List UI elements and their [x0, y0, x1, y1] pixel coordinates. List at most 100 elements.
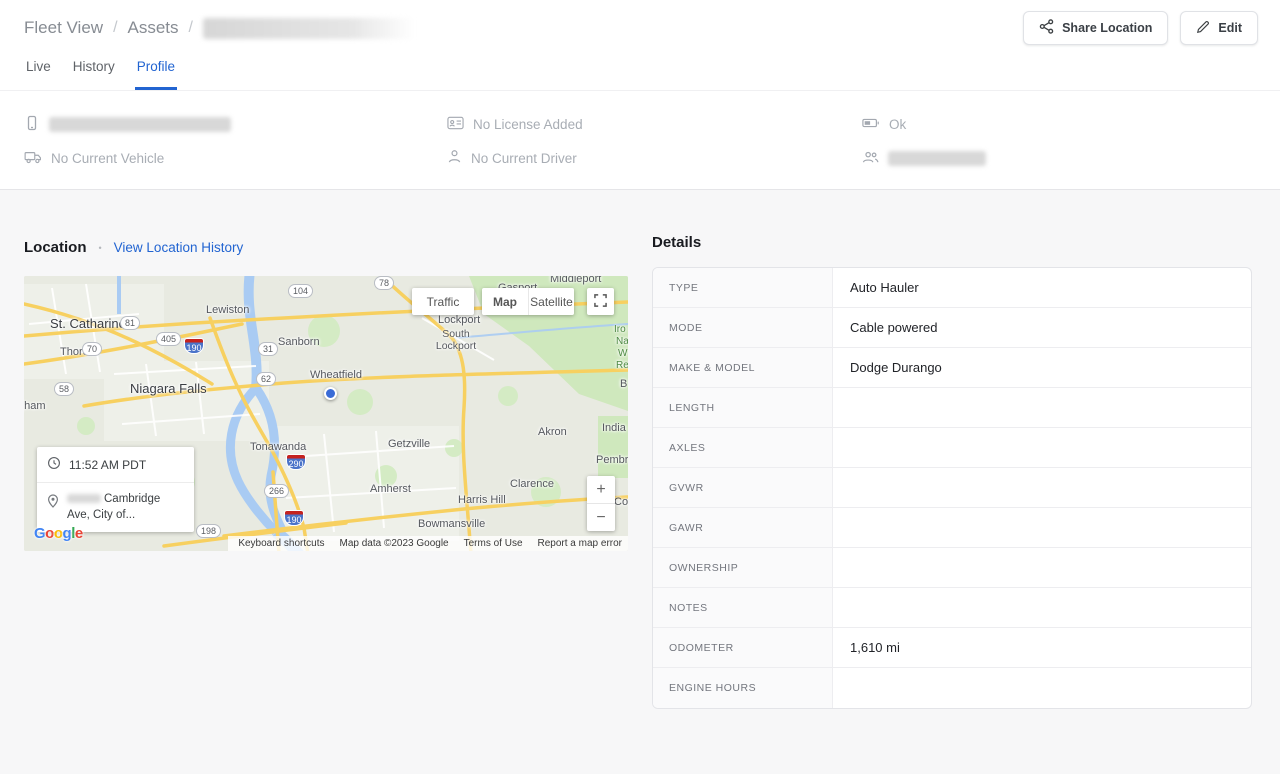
driver-summary: No Current Driver — [447, 149, 862, 167]
details-heading: Details — [652, 234, 1252, 251]
edit-label: Edit — [1218, 21, 1242, 35]
row-label: GAWR — [653, 508, 833, 547]
tab-bar: Live History Profile — [0, 52, 1280, 91]
traffic-button[interactable]: Traffic — [412, 288, 474, 315]
breadcrumb-fleet-view[interactable]: Fleet View — [24, 18, 103, 38]
interstate-shield: 190 — [284, 510, 304, 526]
route-shield: 81 — [120, 316, 140, 330]
route-shield: 31 — [258, 342, 278, 356]
row-label: GVWR — [653, 468, 833, 507]
row-value: Cable powered — [833, 308, 1251, 347]
table-row: OWNERSHIP — [653, 548, 1251, 588]
map-canvas[interactable]: St. Catharines Thorold gham Niagara Fall… — [24, 276, 628, 551]
row-label: ENGINE HOURS — [653, 668, 833, 708]
address-text: Cambridge Ave, City of... — [67, 492, 160, 523]
location-info-card: 11:52 AM PDT Cambridge Ave, City of... — [37, 447, 194, 532]
route-shield: 405 — [156, 332, 181, 346]
group-name-redacted — [888, 151, 986, 166]
page-header: Fleet View / Assets / Share Location Edi… — [0, 0, 1280, 190]
top-bar: Fleet View / Assets / Share Location Edi… — [0, 0, 1280, 45]
details-section: Details TYPEAuto Hauler MODECable powere… — [652, 234, 1252, 709]
map-type-control: Map Satellite — [482, 288, 574, 315]
vehicle-summary: No Current Vehicle — [24, 149, 447, 167]
map-type-map-button[interactable]: Map — [482, 288, 528, 315]
table-row: GVWR — [653, 468, 1251, 508]
location-section: Location • View Location History — [24, 239, 628, 551]
breadcrumb-assets[interactable]: Assets — [128, 18, 179, 38]
route-shield: 266 — [264, 484, 289, 498]
report-map-error-link[interactable]: Report a map error — [538, 538, 622, 549]
header-actions: Share Location Edit — [1023, 11, 1258, 45]
row-value — [833, 548, 1251, 587]
route-shield: 198 — [196, 524, 221, 538]
device-id-redacted — [49, 117, 231, 132]
edit-button[interactable]: Edit — [1180, 11, 1258, 45]
license-summary: No License Added — [447, 115, 862, 134]
route-shield: 78 — [374, 276, 394, 290]
table-row: MAKE & MODELDodge Durango — [653, 348, 1251, 388]
row-label: TYPE — [653, 268, 833, 307]
people-icon — [862, 150, 879, 167]
google-logo[interactable]: Google — [34, 525, 83, 542]
route-shield: 58 — [54, 382, 74, 396]
last-update-row: 11:52 AM PDT — [37, 447, 194, 482]
row-label: AXLES — [653, 428, 833, 467]
address-line-1: Cambridge — [104, 493, 160, 505]
id-card-icon — [447, 116, 464, 133]
details-table: TYPEAuto Hauler MODECable powered MAKE &… — [652, 267, 1252, 709]
row-label: NOTES — [653, 588, 833, 627]
table-row: GAWR — [653, 508, 1251, 548]
row-value: Auto Hauler — [833, 268, 1251, 307]
pencil-icon — [1196, 20, 1210, 37]
main-content: Location • View Location History — [0, 191, 1280, 774]
clock-icon — [47, 456, 61, 473]
breadcrumb-separator: / — [189, 19, 193, 37]
battery-status: Ok — [889, 117, 906, 132]
heading-dot: • — [99, 243, 102, 253]
location-heading: Location — [24, 239, 87, 256]
route-shield: 104 — [288, 284, 313, 298]
tab-live[interactable]: Live — [24, 52, 53, 90]
last-update-time: 11:52 AM PDT — [69, 458, 146, 472]
row-value — [833, 428, 1251, 467]
table-row: ODOMETER1,610 mi — [653, 628, 1251, 668]
row-label: OWNERSHIP — [653, 548, 833, 587]
terms-of-use-link[interactable]: Terms of Use — [464, 538, 523, 549]
row-value: Dodge Durango — [833, 348, 1251, 387]
battery-icon — [862, 117, 880, 132]
table-row: TYPEAuto Hauler — [653, 268, 1251, 308]
group-summary — [862, 149, 1256, 167]
breadcrumb-separator: / — [113, 19, 117, 37]
interstate-shield: 290 — [286, 454, 306, 470]
zoom-control: + − — [587, 476, 615, 531]
table-row: NOTES — [653, 588, 1251, 628]
driver-status: No Current Driver — [471, 151, 577, 166]
truck-icon — [24, 150, 42, 167]
interstate-shield: 190 — [184, 338, 204, 354]
table-row: MODECable powered — [653, 308, 1251, 348]
row-value — [833, 388, 1251, 427]
vehicle-status: No Current Vehicle — [51, 151, 164, 166]
row-label: MAKE & MODEL — [653, 348, 833, 387]
breadcrumb: Fleet View / Assets / — [24, 18, 415, 39]
license-status: No License Added — [473, 117, 583, 132]
row-value — [833, 508, 1251, 547]
zoom-in-button[interactable]: + — [587, 476, 615, 504]
share-location-button[interactable]: Share Location — [1023, 11, 1168, 45]
table-row: AXLES — [653, 428, 1251, 468]
tab-profile[interactable]: Profile — [135, 52, 177, 90]
view-location-history-link[interactable]: View Location History — [114, 240, 244, 255]
map-type-satellite-button[interactable]: Satellite — [528, 288, 574, 315]
address-line-2: Ave, City of... — [67, 509, 135, 521]
zoom-out-button[interactable]: − — [587, 504, 615, 531]
person-icon — [447, 149, 462, 167]
mobile-device-icon — [24, 115, 40, 134]
keyboard-shortcuts-link[interactable]: Keyboard shortcuts — [238, 538, 324, 549]
tab-history[interactable]: History — [71, 52, 117, 90]
table-row: LENGTH — [653, 388, 1251, 428]
row-value — [833, 468, 1251, 507]
share-nodes-icon — [1039, 19, 1054, 37]
fullscreen-button[interactable] — [587, 288, 614, 315]
row-value — [833, 588, 1251, 627]
asset-location-marker[interactable] — [324, 387, 337, 400]
